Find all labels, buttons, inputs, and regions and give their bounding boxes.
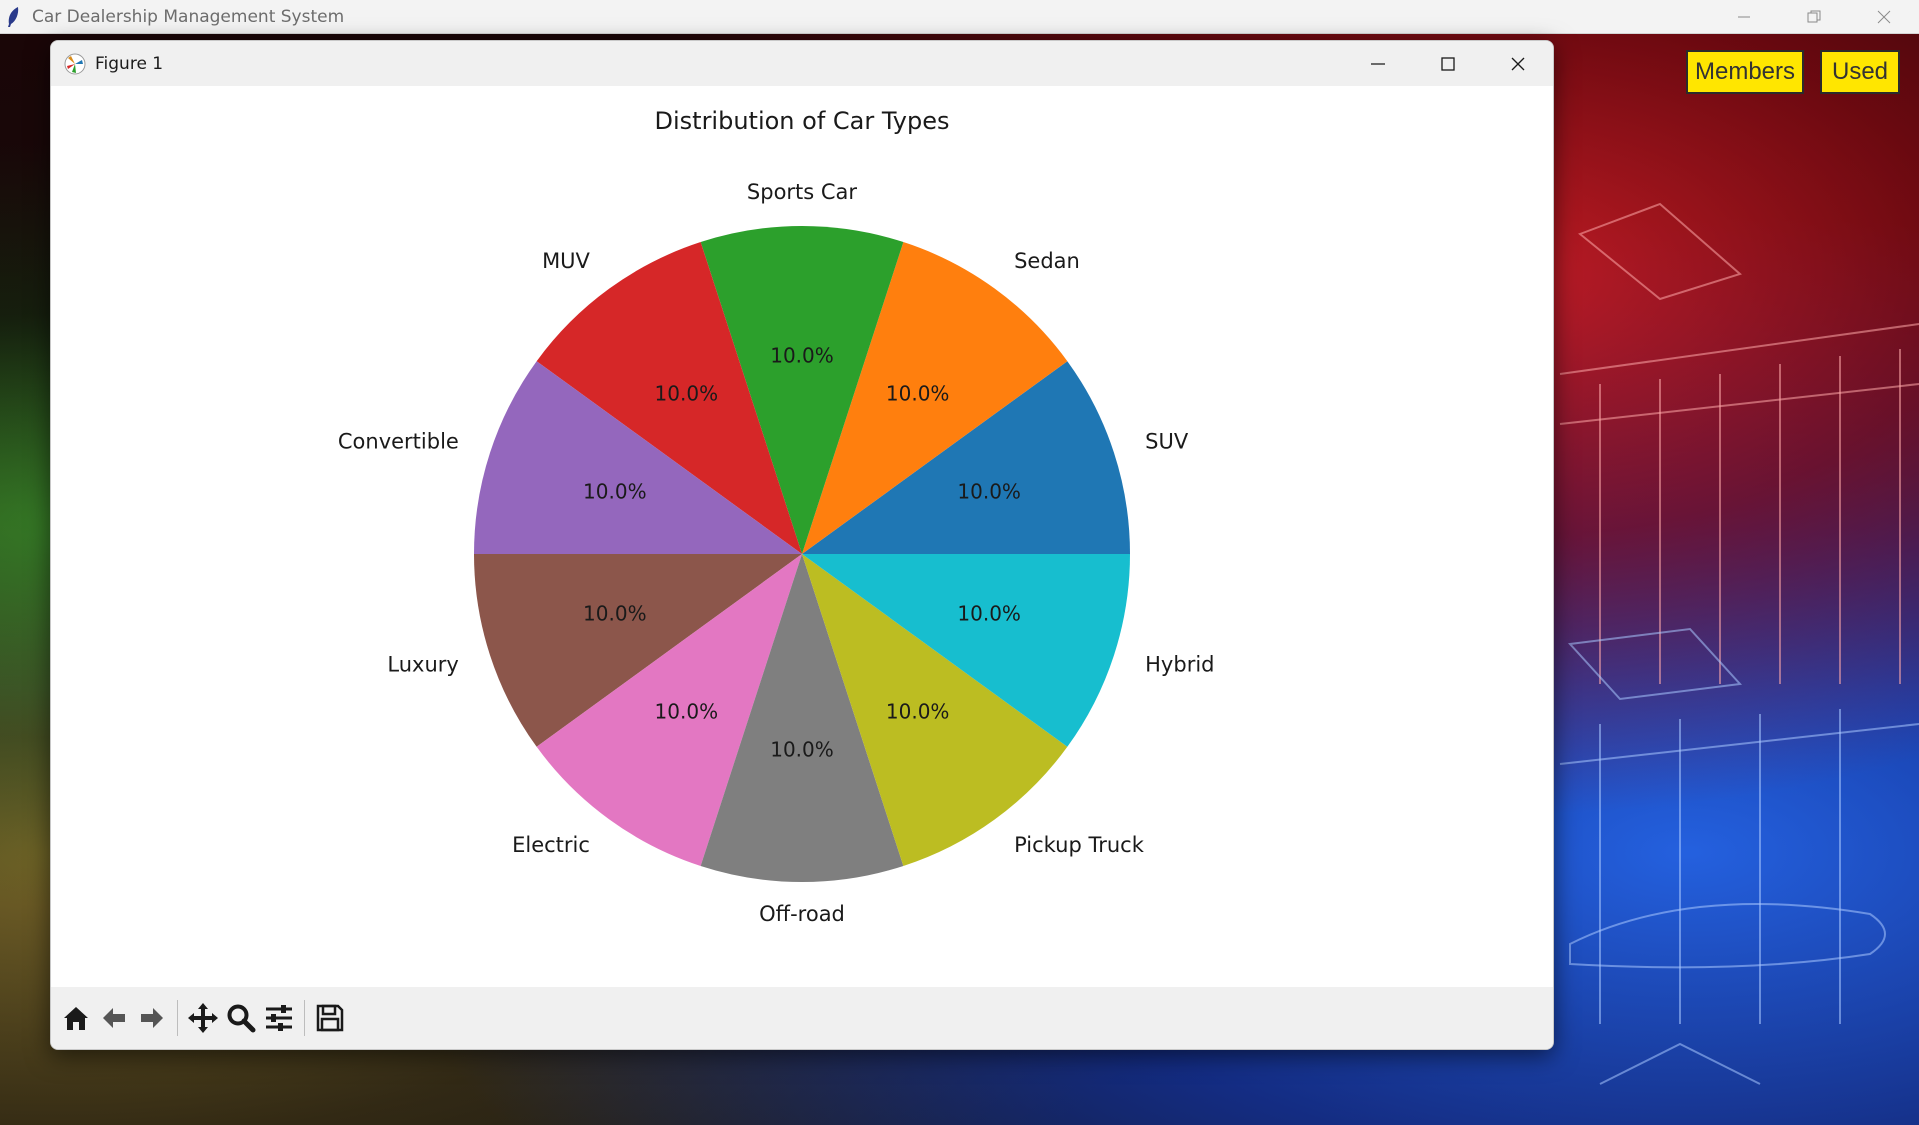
slice-category-label: MUV <box>542 249 590 273</box>
feather-icon <box>6 6 24 28</box>
used-button[interactable]: Used <box>1820 50 1900 94</box>
slice-category-label: Convertible <box>338 430 459 454</box>
slice-category-label: Hybrid <box>1145 652 1214 676</box>
save-icon <box>316 1004 344 1032</box>
home-icon <box>64 1007 88 1030</box>
app-restore-button[interactable] <box>1779 0 1849 34</box>
figure-minimize-button[interactable] <box>1343 41 1413 86</box>
slice-percent-label: 10.0% <box>957 480 1021 504</box>
slice-percent-label: 10.0% <box>655 381 719 405</box>
slice-category-label: Pickup Truck <box>1014 833 1145 857</box>
pan-icon <box>188 1003 218 1033</box>
figure-window: Figure 1 Distribution of Car Types 10.0%… <box>50 40 1554 1050</box>
slice-category-label: Luxury <box>387 652 458 676</box>
save-button[interactable] <box>311 997 349 1039</box>
members-button[interactable]: Members <box>1686 50 1804 94</box>
zoom-button[interactable] <box>222 997 260 1039</box>
slice-percent-label: 10.0% <box>770 344 834 368</box>
app-title: Car Dealership Management System <box>32 6 345 27</box>
app-titlebar: Car Dealership Management System <box>0 0 1919 34</box>
slice-percent-label: 10.0% <box>770 737 834 761</box>
app-close-button[interactable] <box>1849 0 1919 34</box>
zoom-icon <box>227 1004 256 1033</box>
slice-category-label: Off-road <box>759 902 845 926</box>
figure-close-button[interactable] <box>1483 41 1553 86</box>
app-minimize-button[interactable] <box>1709 0 1779 34</box>
configure-subplots-button[interactable] <box>260 997 298 1039</box>
close-icon <box>1511 57 1525 70</box>
back-button[interactable] <box>95 997 133 1039</box>
figure-maximize-button[interactable] <box>1413 41 1483 86</box>
slice-percent-label: 10.0% <box>583 480 647 504</box>
slice-percent-label: 10.0% <box>655 700 719 724</box>
slice-percent-label: 10.0% <box>886 700 950 724</box>
figure-toolbar <box>51 987 1553 1049</box>
minimize-icon <box>1371 62 1385 65</box>
home-button[interactable] <box>57 997 95 1039</box>
showroom-building-graphic <box>1559 202 1919 1085</box>
slice-category-label: Sports Car <box>747 180 858 204</box>
pie-chart[interactable]: Distribution of Car Types 10.0% SUV 10.0% S… <box>51 87 1553 987</box>
chart-title: Distribution of Car Types <box>655 107 950 135</box>
slice-percent-label: 10.0% <box>886 381 950 405</box>
slice-percent-label: 10.0% <box>957 601 1021 625</box>
slice-category-label: SUV <box>1145 430 1189 454</box>
configure-subplots-icon <box>266 1005 292 1031</box>
slice-category-label: Electric <box>512 833 590 857</box>
matplotlib-icon <box>64 53 86 74</box>
slice-percent-label: 10.0% <box>583 601 647 625</box>
back-icon <box>103 1008 125 1028</box>
forward-icon <box>141 1008 163 1028</box>
figure-title: Figure 1 <box>95 53 164 74</box>
slice-category-label: Sedan <box>1014 249 1080 273</box>
forward-button[interactable] <box>133 997 171 1039</box>
toolbar-separator <box>177 1000 178 1036</box>
figure-titlebar: Figure 1 <box>51 41 1553 86</box>
pan-button[interactable] <box>184 997 222 1039</box>
maximize-icon <box>1441 56 1455 71</box>
toolbar-separator <box>304 1000 305 1036</box>
